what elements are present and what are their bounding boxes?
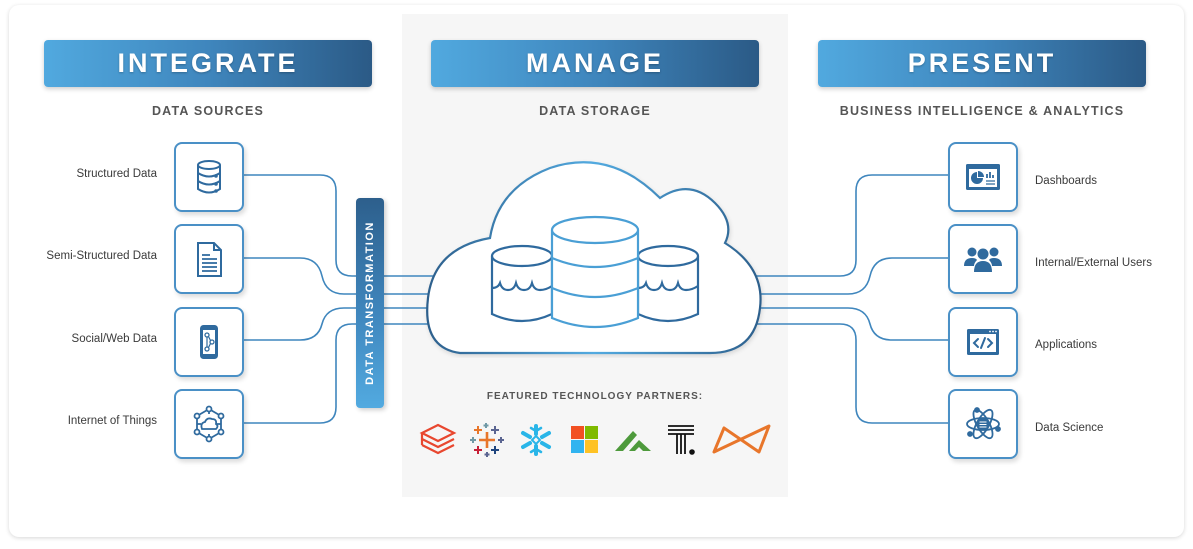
data-transformation-label: DATA TRANSFORMATION [364, 221, 376, 385]
data-transformation-bar: DATA TRANSFORMATION [356, 198, 384, 408]
center-cylinder [550, 215, 640, 329]
source-label-structured: Structured Data [76, 168, 157, 180]
present-dashboards-box [948, 142, 1018, 212]
present-applications-box [948, 307, 1018, 377]
present-subtitle: BUSINESS INTELLIGENCE & ANALYTICS [839, 104, 1125, 118]
atom-database-icon [966, 407, 1001, 440]
microsoft-logo [564, 422, 604, 458]
source-social-web-box [174, 307, 244, 377]
manage-subtitle: DATA STORAGE [539, 104, 651, 118]
present-label-dashboards: Dashboards [1035, 175, 1098, 187]
manage-banner: MANAGE [431, 40, 759, 87]
databricks-logo [418, 422, 458, 458]
dashboard-icon [966, 164, 1000, 190]
manage-title: MANAGE [526, 48, 664, 78]
cloud-storage-icon [426, 161, 762, 355]
tableau-logo [467, 422, 507, 458]
present-users-box [948, 224, 1018, 294]
green-peaks-logo [613, 422, 653, 458]
present-title: PRESENT [907, 48, 1057, 78]
t-dot-logo [662, 422, 702, 458]
database-icon [197, 160, 221, 194]
present-label-applications: Applications [1035, 339, 1098, 351]
integrate-banner: INTEGRATE [44, 40, 372, 87]
document-icon [197, 242, 222, 277]
integrate-subtitle: DATA SOURCES [151, 104, 265, 118]
present-datascience-box [948, 389, 1018, 459]
partner-logos [418, 420, 773, 460]
source-semi-structured-box [174, 224, 244, 294]
iot-network-icon [193, 405, 225, 443]
present-banner: PRESENT [818, 40, 1146, 87]
source-label-iot: Internet of Things [67, 415, 157, 427]
orange-bowtie-logo [711, 422, 773, 458]
present-label-users: Internal/External Users [1035, 257, 1152, 269]
integrate-title: INTEGRATE [117, 48, 299, 78]
mobile-share-icon [200, 325, 218, 359]
source-label-semi-structured: Semi-Structured Data [46, 250, 157, 262]
partners-title: FEATURED TECHNOLOGY PARTNERS: [486, 391, 704, 402]
snowflake-logo [516, 422, 556, 458]
source-iot-box [174, 389, 244, 459]
source-structured-box [174, 142, 244, 212]
code-window-icon [967, 329, 999, 355]
present-label-datascience: Data Science [1035, 422, 1104, 434]
source-label-social-web: Social/Web Data [71, 333, 157, 345]
users-icon [964, 247, 1002, 272]
